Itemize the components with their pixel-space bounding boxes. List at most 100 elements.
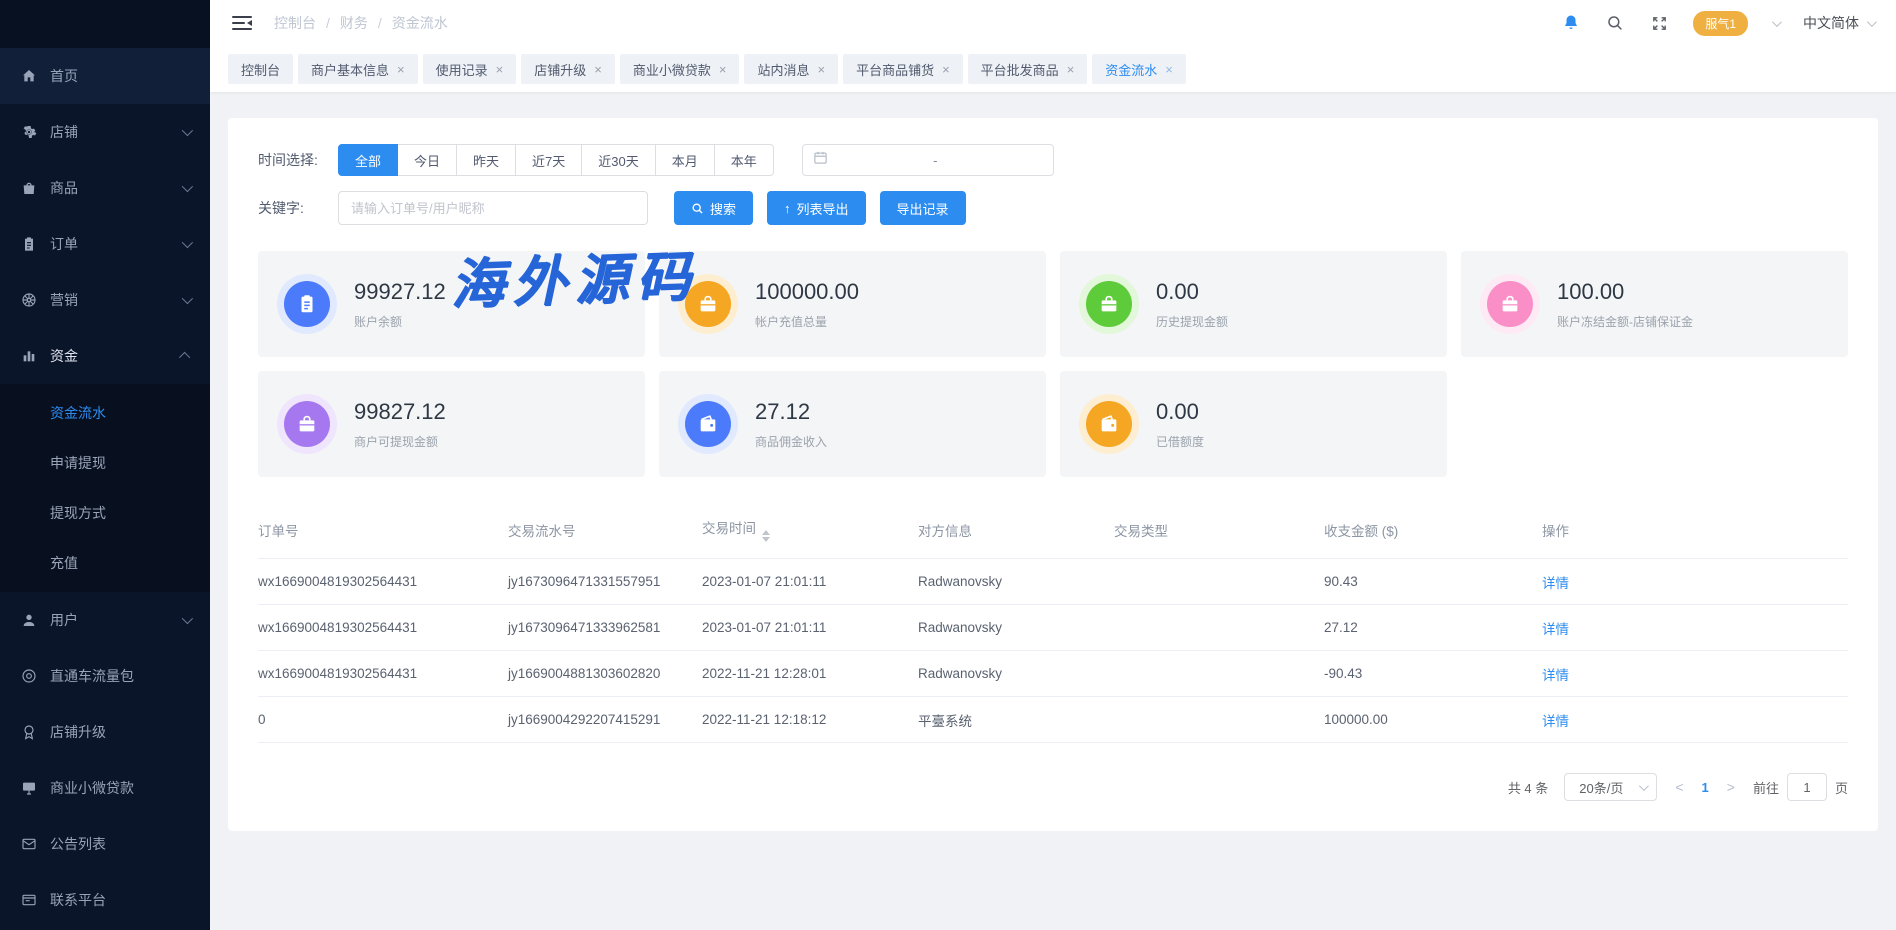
sidebar-subitem-withdraw-apply[interactable]: 申请提现 xyxy=(0,438,210,488)
stat-label: 商品佣金收入 xyxy=(755,433,827,450)
sidebar-item-label: 订单 xyxy=(50,234,78,254)
close-icon[interactable]: × xyxy=(719,63,727,76)
sidebar-item-label: 店铺 xyxy=(50,122,78,142)
sidebar-item-traffic-pack[interactable]: 直通车流量包 xyxy=(0,648,210,704)
monitor-icon xyxy=(20,779,38,797)
time-option-this-month[interactable]: 本月 xyxy=(656,144,715,176)
close-icon[interactable]: × xyxy=(1067,63,1075,76)
tab-usage-records[interactable]: 使用记录 × xyxy=(423,54,517,84)
time-option-all[interactable]: 全部 xyxy=(338,144,398,176)
arrow-up-icon: ↑ xyxy=(784,201,791,216)
content-area: 海外源码 时间选择: 全部 今日 昨天 近7天 近30天 本月 本年 - 关键字… xyxy=(210,92,1896,831)
chevron-down-icon xyxy=(182,293,193,304)
tab-merchant-info[interactable]: 商户基本信息 × xyxy=(298,54,418,84)
col-counterparty: 对方信息 xyxy=(918,507,1114,559)
sidebar-item-shop-upgrade[interactable]: 店铺升级 xyxy=(0,704,210,760)
sidebar-subitem-withdraw-method[interactable]: 提现方式 xyxy=(0,488,210,538)
menu-collapse-icon[interactable] xyxy=(232,15,252,31)
date-range-picker[interactable]: - xyxy=(802,144,1054,176)
language-selector[interactable]: 中文简体 xyxy=(1803,13,1874,33)
cell-counterparty: 平臺系统 xyxy=(918,697,1114,743)
stat-card-commission-income: 27.12 商品佣金收入 xyxy=(659,371,1046,477)
col-actions: 操作 xyxy=(1542,507,1848,559)
time-option-7days[interactable]: 近7天 xyxy=(516,144,582,176)
chevron-down-icon[interactable] xyxy=(1772,17,1782,27)
export-list-button[interactable]: ↑ 列表导出 xyxy=(767,191,866,225)
tab-platform-distribution[interactable]: 平台商品铺货 × xyxy=(843,54,963,84)
tab-site-messages[interactable]: 站内消息 × xyxy=(744,54,838,84)
tab-label: 使用记录 xyxy=(436,60,488,79)
prev-page-button[interactable]: < xyxy=(1673,779,1685,795)
close-icon[interactable]: × xyxy=(1165,63,1173,76)
tab-console[interactable]: 控制台 xyxy=(228,54,293,84)
sidebar-item-shop[interactable]: 店铺 xyxy=(0,104,210,160)
col-transaction-no: 交易流水号 xyxy=(508,507,702,559)
sidebar-item-label: 用户 xyxy=(50,610,78,630)
breadcrumb-item[interactable]: 财务 xyxy=(340,13,368,33)
next-page-button[interactable]: > xyxy=(1725,779,1737,795)
time-option-30days[interactable]: 近30天 xyxy=(582,144,655,176)
sidebar-item-orders[interactable]: 订单 xyxy=(0,216,210,272)
close-icon[interactable]: × xyxy=(496,63,504,76)
tab-shop-upgrade[interactable]: 店铺升级 × xyxy=(521,54,615,84)
keyword-input[interactable] xyxy=(338,191,648,225)
time-option-today[interactable]: 今日 xyxy=(398,144,457,176)
stat-label: 帐户充值总量 xyxy=(755,313,859,330)
tab-label: 商户基本信息 xyxy=(311,60,389,79)
time-option-this-year[interactable]: 本年 xyxy=(715,144,774,176)
sidebar-item-micro-loan[interactable]: 商业小微贷款 xyxy=(0,760,210,816)
col-transaction-time[interactable]: 交易时间 xyxy=(702,507,918,559)
cell-transaction-time: 2022-11-21 12:28:01 xyxy=(702,651,918,697)
sidebar-subitem-fund-flow[interactable]: 资金流水 xyxy=(0,388,210,438)
sidebar-item-funds[interactable]: 资金 xyxy=(0,328,210,384)
sidebar-item-announcements[interactable]: 公告列表 xyxy=(0,816,210,872)
clipboard-icon xyxy=(284,281,330,327)
medal-icon xyxy=(20,723,38,741)
detail-link[interactable]: 详情 xyxy=(1542,622,1569,637)
briefcase-icon xyxy=(284,401,330,447)
tab-label: 资金流水 xyxy=(1105,60,1157,79)
sort-carets-icon[interactable] xyxy=(762,530,770,542)
search-icon[interactable] xyxy=(1605,13,1625,33)
breadcrumb-item[interactable]: 资金流水 xyxy=(392,13,448,33)
chevron-down-icon xyxy=(182,125,193,136)
user-icon xyxy=(20,611,38,629)
cell-amount: -90.43 xyxy=(1324,651,1542,697)
tab-fund-flow[interactable]: 资金流水 × xyxy=(1092,54,1186,84)
time-filter-label: 时间选择: xyxy=(258,150,324,170)
calendar-icon xyxy=(813,150,828,170)
fullscreen-icon[interactable] xyxy=(1649,13,1669,33)
export-records-button[interactable]: 导出记录 xyxy=(880,191,966,225)
stat-card-total-recharge: 100000.00 帐户充值总量 xyxy=(659,251,1046,357)
table-row: wx1669004819302564431 jy1673096471333962… xyxy=(258,605,1848,651)
goto-page-input[interactable] xyxy=(1787,773,1827,801)
sidebar-item-marketing[interactable]: 营销 xyxy=(0,272,210,328)
tab-micro-loan[interactable]: 商业小微贷款 × xyxy=(620,54,740,84)
table-header-row: 订单号 交易流水号 交易时间 对方信息 交易类型 收支金额 ($) 操作 xyxy=(258,507,1848,559)
sidebar-item-contact-platform[interactable]: 联系平台 xyxy=(0,872,210,928)
stat-value: 0.00 xyxy=(1156,399,1204,425)
detail-link[interactable]: 详情 xyxy=(1542,576,1569,591)
search-button[interactable]: 搜索 xyxy=(674,191,753,225)
current-page[interactable]: 1 xyxy=(1702,780,1709,795)
cell-amount: 90.43 xyxy=(1324,559,1542,605)
time-option-yesterday[interactable]: 昨天 xyxy=(457,144,516,176)
sidebar-subitem-recharge[interactable]: 充值 xyxy=(0,538,210,588)
chevron-down-icon xyxy=(182,613,193,624)
close-icon[interactable]: × xyxy=(397,63,405,76)
detail-link[interactable]: 详情 xyxy=(1542,668,1569,683)
subitem-label: 提现方式 xyxy=(50,503,106,523)
bag-icon xyxy=(20,179,38,197)
bell-icon[interactable] xyxy=(1561,13,1581,33)
sidebar-item-users[interactable]: 用户 xyxy=(0,592,210,648)
tab-platform-wholesale[interactable]: 平台批发商品 × xyxy=(968,54,1088,84)
detail-link[interactable]: 详情 xyxy=(1542,714,1569,729)
close-icon[interactable]: × xyxy=(817,63,825,76)
sidebar-item-goods[interactable]: 商品 xyxy=(0,160,210,216)
breadcrumb-item[interactable]: 控制台 xyxy=(274,13,316,33)
page-size-select[interactable]: 20条/页 xyxy=(1564,773,1657,801)
user-badge[interactable]: 服气1 xyxy=(1693,11,1748,36)
close-icon[interactable]: × xyxy=(942,63,950,76)
close-icon[interactable]: × xyxy=(594,63,602,76)
sidebar-item-home[interactable]: 首页 xyxy=(0,48,210,104)
